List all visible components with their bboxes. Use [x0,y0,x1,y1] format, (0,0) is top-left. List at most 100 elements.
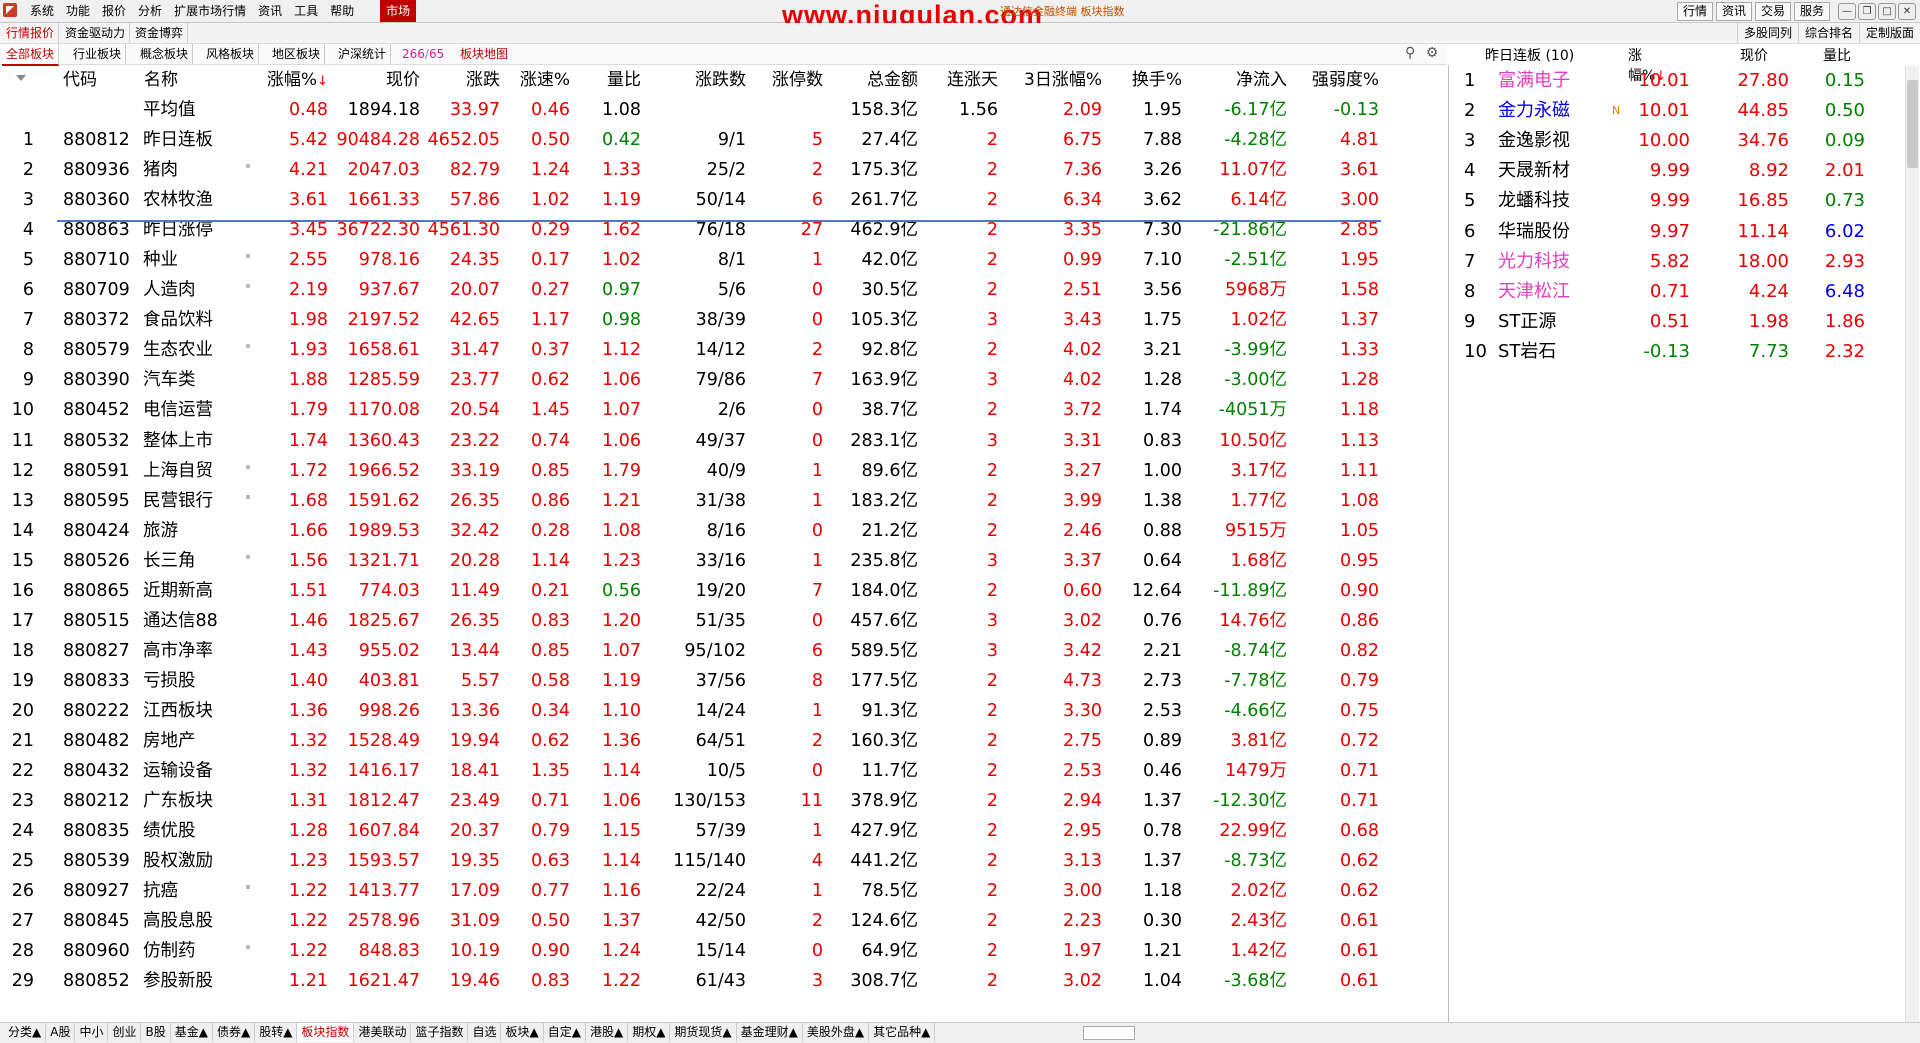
layout-tab-1[interactable]: 综合排名 [1797,23,1859,43]
header-price[interactable]: 现价 [336,65,420,95]
table-row[interactable]: 6 880709 人造肉 2.19 937.67 20.07 0.27 0.97 5/6 0 30.… [0,275,1448,305]
top-button-1[interactable]: 资讯 [1715,2,1752,21]
market-tab-5[interactable]: 基金▲ [171,1023,213,1042]
layout-tab-2[interactable]: 定制版面 [1858,23,1920,43]
table-row[interactable]: 1 880812 昨日连板 5.42 90484.28 4652.05 0.50 0.42 9/… [0,125,1448,155]
market-tab-15[interactable]: 期权▲ [628,1023,671,1042]
tab-sector-2[interactable]: 概念板块 [136,44,194,64]
minimize-icon[interactable]: — [1838,3,1856,20]
panel-stock-name[interactable]: 龙蟠科技 [1498,186,1570,216]
panel-stock-name[interactable]: 富满电子 [1498,66,1570,96]
market-tab-13[interactable]: 自定▲ [544,1023,586,1042]
market-tab-2[interactable]: 中小 [75,1023,109,1042]
menu-item-1[interactable]: 功能 [60,0,96,22]
market-tab-9[interactable]: 港美联动 [354,1023,412,1042]
table-row[interactable]: 10 880452 电信运营 1.79 1170.08 20.54 1.45 1.07 2/6 0… [0,395,1448,425]
panel-row[interactable]: 9 ST正源 0.51 1.98 1.86 [1450,307,1904,337]
tab-sector-4[interactable]: 地区板块 [268,44,326,64]
panel-row[interactable]: 8 天津松江 0.71 4.24 6.48 [1450,277,1904,307]
header-updown[interactable]: 涨跌数 [641,65,746,95]
market-tab-11[interactable]: 自选 [468,1023,502,1042]
panel-stock-name[interactable]: 天津松江 [1498,277,1570,307]
table-row[interactable]: 3 880360 农林牧渔 3.61 1661.33 57.86 1.02 1.19 50/14… [0,185,1448,215]
panel-row[interactable]: 3 金逸影视 10.00 34.76 0.09 [1450,126,1904,156]
table-row[interactable]: 26 880927 抗癌 1.22 1413.77 17.09 0.77 1.16 22/24 1… [0,876,1448,906]
panel-row[interactable]: 6 华瑞股份 9.97 11.14 6.02 [1450,217,1904,247]
table-row[interactable]: 18 880827 高市净率 1.43 955.02 13.44 0.85 1.07 95/10… [0,636,1448,666]
table-row[interactable]: 21 880482 房地产 1.32 1528.49 19.94 0.62 1.36 64/51… [0,726,1448,756]
panel-row[interactable]: 2 金力永磁 N 10.01 44.85 0.50 [1450,96,1904,126]
market-tab-14[interactable]: 港股▲ [586,1023,629,1042]
table-row[interactable]: 23 880212 广东板块 1.31 1812.47 23.49 0.71 1.06 130/… [0,786,1448,816]
top-button-2[interactable]: 交易 [1754,2,1791,21]
top-button-3[interactable]: 服务 [1793,2,1830,21]
menu-item-3[interactable]: 分析 [132,0,168,22]
tab-view-2[interactable]: 资金博弈 [131,23,189,43]
market-tab-8[interactable]: 板块指数 [297,1023,355,1042]
panel-scrollbar[interactable] [1905,66,1919,1026]
market-tab-6[interactable]: 债券▲ [213,1023,256,1042]
panel-row[interactable]: 7 光力科技 5.82 18.00 2.93 [1450,247,1904,277]
table-row[interactable]: 22 880432 运输设备 1.32 1416.17 18.41 1.35 1.14 10/5… [0,756,1448,786]
table-row[interactable]: 12 880591 上海自贸 1.72 1966.52 33.19 0.85 1.79 40/9… [0,456,1448,486]
header-amount[interactable]: 总金额 [823,65,918,95]
market-tab-3[interactable]: 创业 [108,1023,142,1042]
sort-dropdown-icon[interactable] [16,75,26,81]
table-row[interactable]: 29 880852 参股新股 1.21 1621.47 19.46 0.83 1.22 61/4… [0,966,1448,996]
menu-item-4[interactable]: 扩展市场行情 [168,0,252,22]
header-vr[interactable]: 量比 [570,65,641,95]
menu-item-5[interactable]: 资讯 [252,0,288,22]
table-row[interactable]: 7 880372 食品饮料 1.98 2197.52 42.65 1.17 0.98 38/39… [0,305,1448,335]
menu-item-2[interactable]: 报价 [96,0,132,22]
table-row[interactable]: 24 880835 绩优股 1.28 1607.84 20.37 0.79 1.15 57/39… [0,816,1448,846]
header-code[interactable]: 代码 [63,65,97,95]
tab-scroller[interactable] [1083,1026,1135,1040]
market-tab-7[interactable]: 股转▲ [255,1023,298,1042]
table-row[interactable]: 9 880390 汽车类 1.88 1285.59 23.77 0.62 1.06 79/86 7… [0,365,1448,395]
panel-header-vr[interactable]: 量比 [1823,45,1851,65]
table-row[interactable]: 19 880833 亏损股 1.40 403.81 5.57 0.58 1.19 37/56 8 1… [0,666,1448,696]
header-limitup[interactable]: 涨停数 [746,65,823,95]
panel-row[interactable]: 4 天晟新材 9.99 8.92 2.01 [1450,156,1904,186]
close-icon[interactable]: ✕ [1898,3,1916,20]
market-tab-16[interactable]: 期货现货▲ [670,1023,737,1042]
panel-row[interactable]: 10 ST岩石 -0.13 7.73 2.32 [1450,337,1904,367]
market-tab-18[interactable]: 美股外盘▲ [803,1023,870,1042]
table-row[interactable]: 15 880526 长三角 1.56 1321.71 20.28 1.14 1.23 33/16… [0,546,1448,576]
header-strength[interactable]: 强弱度% [1287,65,1379,95]
panel-stock-name[interactable]: 金逸影视 [1498,126,1570,156]
table-row[interactable]: 13 880595 民营银行 1.68 1591.62 26.35 0.86 1.21 31/3… [0,486,1448,516]
menu-item-6[interactable]: 工具 [288,0,324,22]
tab-view-1[interactable]: 资金驱动力 [61,23,131,43]
table-row[interactable]: 28 880960 仿制药 1.22 848.83 10.19 0.90 1.24 15/14 0… [0,936,1448,966]
table-row[interactable]: 5 880710 种业 2.55 978.16 24.35 0.17 1.02 8/1 1 42.0… [0,245,1448,275]
table-row[interactable]: 2 880936 猪肉 4.21 2047.03 82.79 1.24 1.33 25/2 2 17… [0,155,1448,185]
menu-item-7[interactable]: 帮助 [324,0,360,22]
gear-icon[interactable]: ⚙ [1426,45,1439,61]
panel-row[interactable]: 1 富满电子 10.01 27.80 0.15 [1450,66,1904,96]
table-row[interactable]: 27 880845 高股息股 1.22 2578.96 31.09 0.50 1.37 42/5… [0,906,1448,936]
tab-sector-1[interactable]: 行业板块 [69,44,127,64]
table-row[interactable]: 11 880532 整体上市 1.74 1360.43 23.22 0.74 1.06 49/3… [0,426,1448,456]
panel-row[interactable]: 5 龙蟠科技 9.99 16.85 0.73 [1450,186,1904,216]
tab-sector-5[interactable]: 沪深统计 [334,44,392,64]
header-chg[interactable]: 涨跌 [420,65,500,95]
top-button-0[interactable]: 行情 [1676,2,1713,21]
layout-tab-0[interactable]: 多股同列 [1736,23,1798,43]
table-row[interactable]: 14 880424 旅游 1.66 1989.53 32.42 0.28 1.08 8/16 0 2… [0,516,1448,546]
maximize-icon[interactable]: □ [1878,3,1896,20]
panel-stock-name[interactable]: 光力科技 [1498,247,1570,277]
tab-sector-3[interactable]: 风格板块 [202,44,260,64]
table-row[interactable]: 20 880222 江西板块 1.36 998.26 13.36 0.34 1.10 14/24… [0,696,1448,726]
tab-sector-0[interactable]: 全部板块 [2,44,60,66]
tab-view-0[interactable]: 行情报价 [2,23,60,43]
header-name[interactable]: 名称 [144,65,178,95]
menu-item-8[interactable]: 市场 [380,0,417,22]
panel-stock-name[interactable]: 华瑞股份 [1498,217,1570,247]
header-pct3[interactable]: 3日涨幅% [998,65,1102,95]
market-tab-19[interactable]: 其它品种▲ [869,1023,936,1042]
panel-stock-name[interactable]: 天晟新材 [1498,156,1570,186]
table-row[interactable]: 16 880865 近期新高 1.51 774.03 11.49 0.21 0.56 19/20… [0,576,1448,606]
table-row[interactable]: 25 880539 股权激励 1.23 1593.57 19.35 0.63 1.14 115/… [0,846,1448,876]
header-pct[interactable]: 涨幅%↓ [258,65,328,97]
